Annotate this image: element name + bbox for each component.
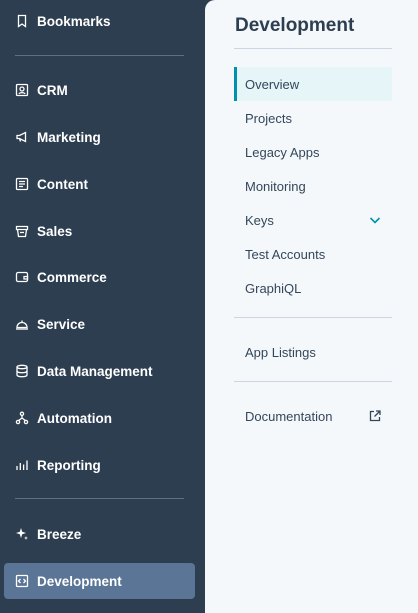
sidebar-item-label: Data Management xyxy=(37,363,153,379)
sidebar-item-label: Bookmarks xyxy=(37,13,111,29)
service-bell-icon xyxy=(15,317,29,331)
subnav-item-graphiql[interactable]: GraphiQL xyxy=(234,271,392,305)
subnav-label: Monitoring xyxy=(245,178,306,194)
sidebar-item-bookmarks[interactable]: Bookmarks xyxy=(4,3,195,39)
sidebar-item-label: Automation xyxy=(37,410,112,426)
panel-divider xyxy=(234,381,392,382)
subnav-label: Keys xyxy=(245,212,274,228)
subnav-label: Projects xyxy=(245,110,292,126)
workflow-icon xyxy=(15,411,29,425)
sidebar-item-breeze[interactable]: Breeze xyxy=(4,516,195,552)
subnav-label: GraphiQL xyxy=(245,280,302,296)
subnav-item-legacy-apps[interactable]: Legacy Apps xyxy=(234,135,392,169)
chevron-down-icon[interactable] xyxy=(368,213,382,227)
content-icon xyxy=(15,177,29,191)
subnav-item-app-listings[interactable]: App Listings xyxy=(234,335,392,369)
sidebar-item-label: Development xyxy=(37,573,122,589)
sidebar-item-label: Reporting xyxy=(37,457,101,473)
sidebar-item-label: CRM xyxy=(37,82,68,98)
sidebar-item-service[interactable]: Service xyxy=(4,306,195,342)
subnav-item-monitoring[interactable]: Monitoring xyxy=(234,169,392,203)
code-icon xyxy=(15,574,29,588)
subnav-label: Legacy Apps xyxy=(245,144,320,160)
sidebar-item-content[interactable]: Content xyxy=(4,166,195,202)
subnav-label: Documentation xyxy=(245,408,333,424)
panel-divider xyxy=(234,48,392,49)
sidebar-item-label: Breeze xyxy=(37,526,82,542)
subnav-item-documentation[interactable]: Documentation xyxy=(234,399,392,433)
sidebar-item-reporting[interactable]: Reporting xyxy=(4,447,195,483)
main-sidebar: Bookmarks CRM Marketing Content Sales Co… xyxy=(0,0,205,613)
sidebar-item-label: Service xyxy=(37,316,86,332)
sidebar-item-label: Sales xyxy=(37,223,73,239)
sparkle-icon xyxy=(15,527,29,541)
sidebar-item-development[interactable]: Development xyxy=(4,563,195,599)
subnav-item-overview[interactable]: Overview xyxy=(234,67,392,101)
sidebar-item-label: Content xyxy=(37,176,88,192)
sidebar-item-crm[interactable]: CRM xyxy=(4,72,195,108)
database-icon xyxy=(15,364,29,378)
sidebar-item-automation[interactable]: Automation xyxy=(4,400,195,436)
sidebar-divider xyxy=(15,55,184,56)
subnav-item-keys[interactable]: Keys xyxy=(234,203,392,237)
subnav-item-projects[interactable]: Projects xyxy=(234,101,392,135)
sidebar-item-label: Commerce xyxy=(37,269,107,285)
development-panel: Development Overview Projects Legacy App… xyxy=(205,0,418,613)
contacts-icon xyxy=(15,83,29,97)
megaphone-icon xyxy=(15,130,29,144)
sidebar-item-label: Marketing xyxy=(37,129,101,145)
subnav-label: Overview xyxy=(245,76,300,92)
sidebar-item-data-management[interactable]: Data Management xyxy=(4,353,195,389)
panel-title: Development xyxy=(235,15,355,36)
sidebar-divider xyxy=(15,498,184,499)
bar-chart-icon xyxy=(15,458,29,472)
sidebar-item-marketing[interactable]: Marketing xyxy=(4,119,195,155)
bookmark-icon xyxy=(15,14,29,28)
panel-divider xyxy=(234,317,392,318)
subnav-label: Test Accounts xyxy=(245,246,326,262)
subnav-label: App Listings xyxy=(245,344,316,360)
sales-icon xyxy=(15,224,29,238)
sidebar-item-sales[interactable]: Sales xyxy=(4,213,195,249)
wallet-icon xyxy=(15,270,29,284)
sidebar-item-commerce[interactable]: Commerce xyxy=(4,259,195,295)
subnav-item-test-accounts[interactable]: Test Accounts xyxy=(234,237,392,271)
external-link-icon xyxy=(368,409,382,423)
